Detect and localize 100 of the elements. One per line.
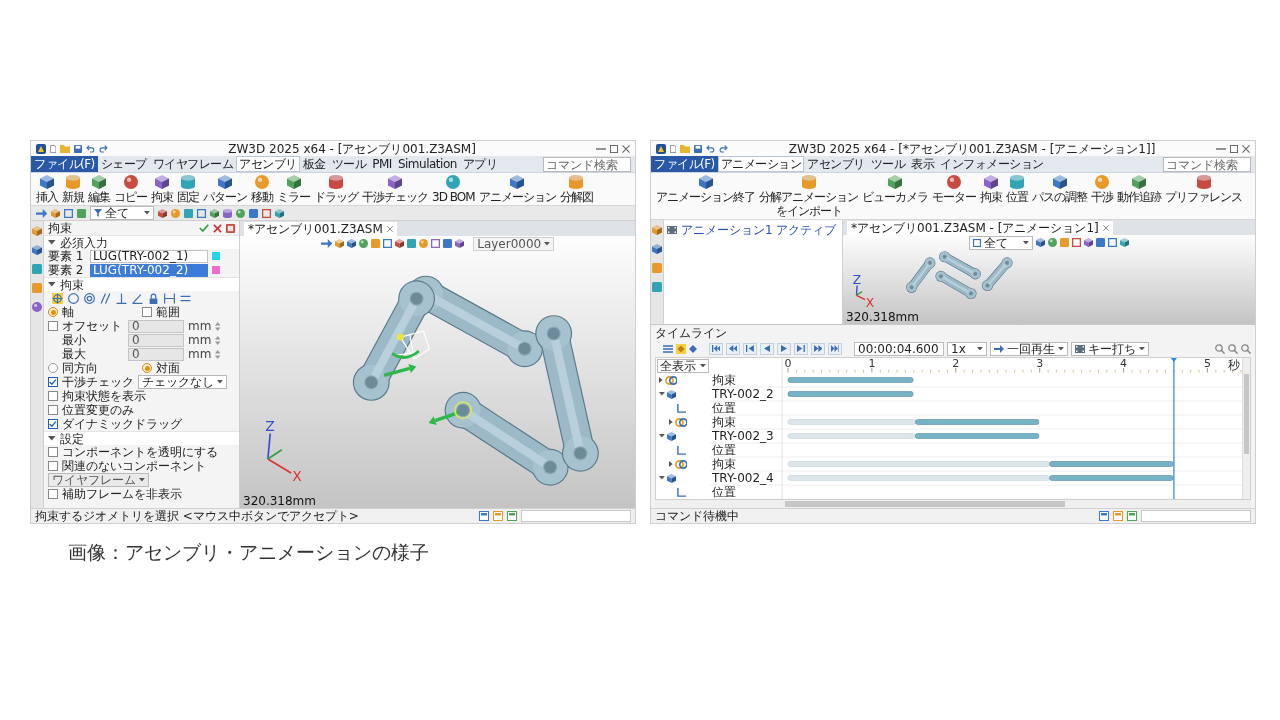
ribbon-button[interactable]: モーター [931, 175, 977, 204]
square-icon[interactable] [249, 208, 259, 218]
search-field[interactable]: コマンド検索 [1163, 157, 1251, 172]
radio-button[interactable] [48, 363, 58, 373]
ribbon-button[interactable]: パスの調整 [1031, 175, 1088, 204]
undo-icon[interactable] [706, 144, 716, 153]
frame-icon[interactable] [1108, 238, 1117, 247]
diamond-icon[interactable] [676, 343, 686, 354]
ribbon-button[interactable]: 拘束 [150, 175, 174, 204]
sphere-icon[interactable] [32, 302, 42, 312]
sphere-icon[interactable] [1048, 238, 1057, 247]
step-forward-button[interactable] [794, 342, 808, 355]
radio-button[interactable] [142, 363, 152, 373]
checkbox[interactable] [142, 307, 152, 317]
lock-icon[interactable] [148, 292, 159, 304]
close-icon[interactable] [622, 144, 630, 153]
ribbon-button[interactable]: プリファレンス [1164, 175, 1243, 204]
cube-icon[interactable] [347, 239, 357, 248]
ribbon-tab[interactable]: 板金 [299, 156, 329, 172]
target-icon[interactable] [52, 292, 63, 304]
view-filter-dropdown[interactable]: 全て [969, 235, 1033, 250]
play-button[interactable] [777, 342, 791, 355]
search-field[interactable]: コマンド検索 [543, 157, 631, 172]
ribbon-button[interactable]: 位置 [1005, 175, 1029, 204]
section-header[interactable]: 拘束 [44, 277, 239, 291]
cube-icon[interactable] [32, 226, 42, 236]
concentric-circles-icon[interactable] [84, 292, 95, 304]
zoom-icon[interactable] [1215, 343, 1225, 354]
cube-icon[interactable] [32, 245, 42, 255]
element-field[interactable]: LUG(TRY-002_2) [90, 263, 208, 277]
parallel-lines-icon[interactable] [100, 292, 111, 304]
tree-item[interactable]: 拘束 [712, 373, 736, 387]
caret-icon[interactable] [659, 392, 665, 396]
caret-icon[interactable] [669, 419, 673, 425]
perpendicular-icon[interactable] [116, 292, 127, 304]
ribbon-tab[interactable]: 表示 [908, 156, 938, 172]
skip-to-end-button[interactable] [828, 342, 842, 355]
document-tab[interactable]: *アセンブリ001.Z3ASM - [アニメーション1] [847, 221, 1113, 235]
cube-icon[interactable] [51, 208, 61, 218]
ribbon-button[interactable]: 干渉 [1090, 175, 1114, 204]
sphere-icon[interactable] [236, 208, 246, 218]
section-header[interactable]: 設定 [44, 431, 239, 445]
ribbon-button[interactable]: 挿入 [35, 175, 59, 204]
zoom-icon[interactable] [1228, 343, 1238, 354]
cube-icon[interactable] [275, 208, 285, 218]
dropdown[interactable]: チェックなし [138, 375, 227, 389]
ribbon-button[interactable]: ビューカメラ [861, 175, 929, 204]
tree-item[interactable]: 拘束 [712, 415, 736, 429]
arrow-icon[interactable] [36, 208, 48, 218]
checkbox[interactable] [48, 489, 58, 499]
frame-icon[interactable] [197, 208, 207, 218]
undo-icon[interactable] [86, 144, 96, 153]
cylinder-icon[interactable] [223, 208, 233, 218]
ribbon-tab[interactable]: PMI [369, 156, 395, 172]
square-icon[interactable] [371, 239, 381, 248]
maximize-icon[interactable] [610, 144, 618, 153]
radio-button[interactable] [48, 307, 58, 317]
app-logo-icon[interactable] [656, 143, 666, 154]
frame-icon[interactable] [1072, 238, 1081, 247]
spinner-icon[interactable] [215, 321, 221, 331]
caret-icon[interactable] [659, 434, 665, 438]
layout-icon[interactable] [479, 511, 489, 521]
layout-icon[interactable] [507, 511, 517, 521]
ribbon-button[interactable]: 干渉チェック [361, 175, 429, 204]
scrollbar-thumb[interactable] [1244, 374, 1249, 454]
cube-icon[interactable] [395, 239, 405, 248]
distance-icon[interactable] [164, 292, 175, 304]
caret-icon[interactable] [669, 461, 673, 467]
reverse-play-button[interactable] [760, 342, 774, 355]
cube-icon[interactable] [455, 239, 465, 248]
close-icon[interactable] [1102, 225, 1109, 231]
frame-icon[interactable] [64, 208, 74, 218]
checkbox[interactable] [48, 419, 58, 429]
ribbon-button[interactable]: 動作追跡 [1116, 175, 1162, 204]
ribbon-tab[interactable]: アニメーション [717, 156, 805, 172]
ribbon-tab[interactable]: ツール [328, 156, 370, 172]
tree-item[interactable]: TRY-002_4 [712, 471, 774, 485]
layout-icon[interactable] [1113, 511, 1123, 521]
cube-icon[interactable] [1036, 238, 1045, 247]
ribbon-button[interactable]: 拘束 [979, 175, 1003, 204]
fast-forward-button[interactable] [811, 342, 825, 355]
ribbon-button[interactable]: コピー [113, 175, 148, 204]
time-cursor[interactable] [1170, 358, 1177, 499]
checkbox[interactable] [48, 447, 58, 457]
circle-icon[interactable] [68, 292, 79, 304]
cross-icon[interactable] [213, 223, 222, 233]
cube-icon[interactable] [335, 239, 345, 248]
ribbon-button[interactable]: 移動 [250, 175, 274, 204]
ribbon-tab[interactable]: ワイヤフレーム [149, 156, 237, 172]
checkbox[interactable] [48, 405, 58, 415]
spinner-icon[interactable] [215, 349, 221, 359]
redo-icon[interactable] [99, 144, 109, 153]
command-input[interactable] [1141, 510, 1251, 522]
ribbon-button[interactable]: 新規 [61, 175, 85, 204]
ribbon-button[interactable]: 固定 [176, 175, 200, 204]
ribbon-tab[interactable]: シェープ [97, 156, 150, 172]
arrow-icon[interactable] [320, 239, 333, 248]
tree-item[interactable]: TRY-002_2 [712, 387, 774, 401]
close-icon[interactable] [1242, 144, 1250, 153]
ribbon-button[interactable]: アニメーション終了 [655, 175, 756, 204]
